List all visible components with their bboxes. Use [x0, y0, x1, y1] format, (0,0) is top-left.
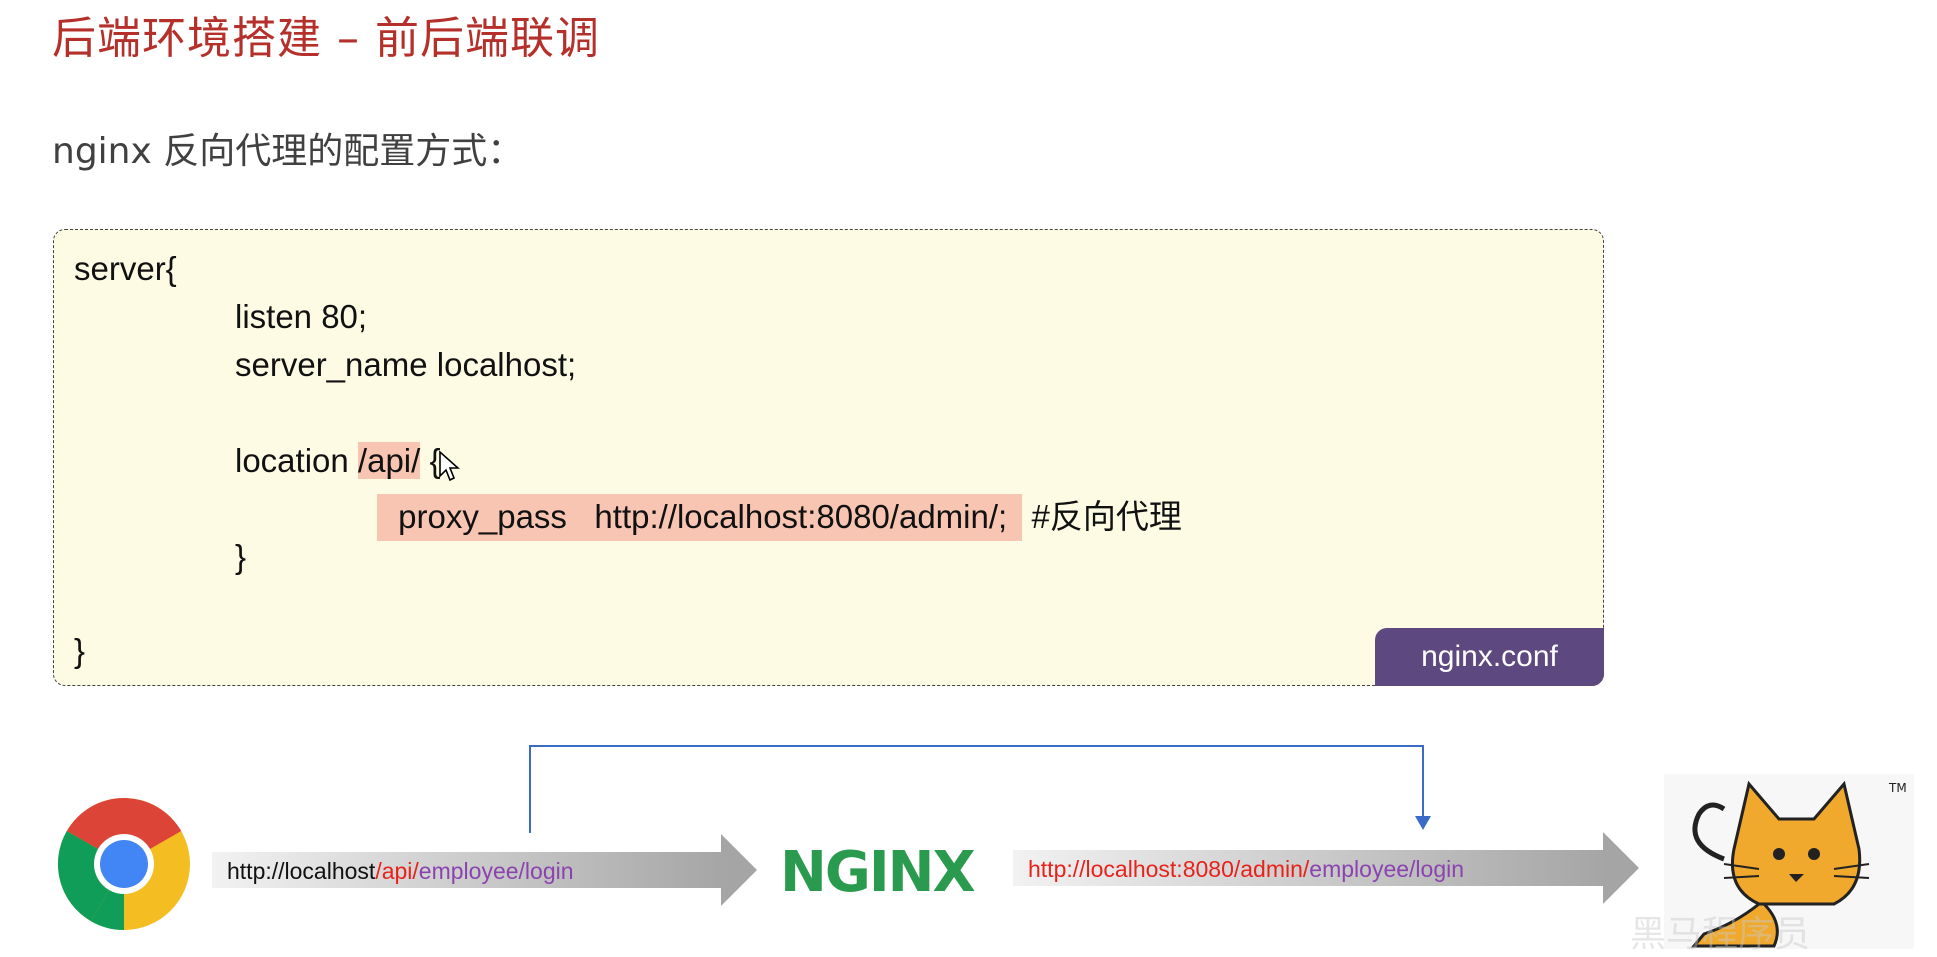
bracket-right-line	[1422, 745, 1424, 819]
location-keyword: location	[235, 442, 358, 479]
code-line-server-close: }	[74, 632, 86, 669]
filename-tag: nginx.conf	[1375, 628, 1604, 686]
slide-subtitle: nginx 反向代理的配置方式：	[52, 131, 524, 172]
proxied-url: http://localhost:8080/admin/employee/log…	[1028, 856, 1464, 883]
code-line-proxy: proxy_pass http://localhost:8080/admin/;…	[377, 490, 1182, 541]
bracket-arrow-icon	[1415, 816, 1431, 830]
nginx-logo: NGINX	[780, 840, 976, 905]
code-line-location: location /api/ {	[235, 442, 441, 480]
location-path: /api/	[357, 442, 421, 479]
code-line-server: server{	[74, 250, 177, 287]
svg-text:TM: TM	[1888, 781, 1907, 795]
request-url-host: http://localhost	[227, 858, 376, 884]
request-url: http://localhost/api/employee/login	[227, 858, 574, 885]
bracket-top-line	[529, 745, 1424, 747]
proxy-comment: #反向代理	[1022, 498, 1182, 535]
proxied-url-path: employee/login	[1309, 856, 1465, 882]
bracket-left-line	[529, 745, 531, 833]
watermark: 黑马程序员	[1630, 914, 1811, 955]
code-line-location-close: }	[235, 538, 247, 575]
mouse-cursor-icon	[439, 450, 460, 482]
request-arrowhead	[721, 834, 757, 906]
request-url-api: /api/	[375, 858, 419, 884]
chrome-icon	[57, 798, 190, 931]
slide-title: 后端环境搭建 – 前后端联调	[52, 13, 600, 64]
proxied-url-host: http://localhost:8080/admin/	[1028, 856, 1310, 882]
code-block: server{ listen 80; server_name localhost…	[53, 229, 1604, 686]
request-url-path: employee/login	[418, 858, 574, 884]
proxy-pass-directive: proxy_pass http://localhost:8080/admin/;	[377, 494, 1023, 541]
code-line-listen: listen 80;	[235, 298, 368, 335]
proxy-arrowhead	[1603, 832, 1639, 904]
code-line-server-name: server_name localhost;	[235, 346, 577, 383]
